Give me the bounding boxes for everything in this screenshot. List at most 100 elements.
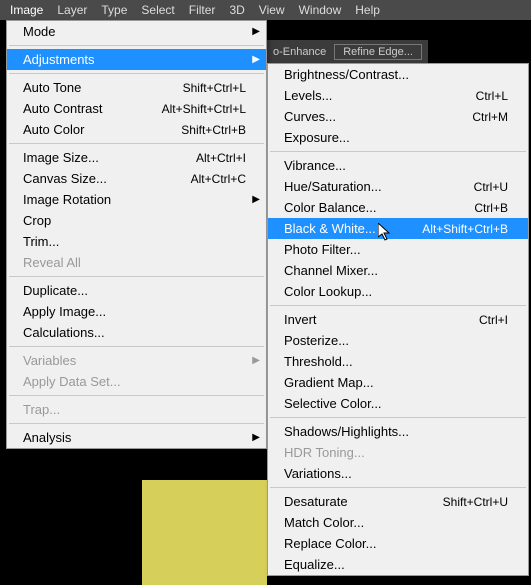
menu-label: Shadows/Highlights... (284, 424, 409, 439)
menu-vibrance[interactable]: Vibrance... (268, 155, 528, 176)
menu-levels[interactable]: Levels...Ctrl+L (268, 85, 528, 106)
menu-shortcut: Ctrl+B (474, 201, 508, 215)
menu-adjustments[interactable]: Adjustments ▶ (7, 49, 266, 70)
menu-calculations[interactable]: Calculations... (7, 322, 266, 343)
menu-match-color[interactable]: Match Color... (268, 512, 528, 533)
menu-gradient-map[interactable]: Gradient Map... (268, 372, 528, 393)
menu-label: Hue/Saturation... (284, 179, 382, 194)
menu-label: Channel Mixer... (284, 263, 378, 278)
menu-label: Invert (284, 312, 317, 327)
menu-posterize[interactable]: Posterize... (268, 330, 528, 351)
menu-label: Replace Color... (284, 536, 377, 551)
menu-label: Selective Color... (284, 396, 382, 411)
menu-canvas-size[interactable]: Canvas Size...Alt+Ctrl+C (7, 168, 266, 189)
menu-label: Photo Filter... (284, 242, 361, 257)
menu-auto-color[interactable]: Auto ColorShift+Ctrl+B (7, 119, 266, 140)
refine-edge-button[interactable]: Refine Edge... (334, 44, 422, 60)
menu-label: Match Color... (284, 515, 364, 530)
menu-separator (270, 151, 526, 152)
menubar-view[interactable]: View (259, 3, 285, 17)
menu-separator (9, 73, 264, 74)
menu-separator (9, 276, 264, 277)
menu-label: Posterize... (284, 333, 349, 348)
menubar-filter[interactable]: Filter (189, 3, 216, 17)
options-bar: o-Enhance Refine Edge... (267, 40, 428, 63)
menu-analysis[interactable]: Analysis▶ (7, 427, 266, 448)
menu-variables: Variables ▶ (7, 350, 266, 371)
menu-label: Crop (23, 213, 51, 228)
menu-label: Black & White... (284, 221, 376, 236)
menubar-image[interactable]: Image (10, 3, 43, 17)
menu-label: Gradient Map... (284, 375, 374, 390)
menubar-select[interactable]: Select (141, 3, 174, 17)
chevron-right-icon: ▶ (252, 54, 260, 65)
menu-duplicate[interactable]: Duplicate... (7, 280, 266, 301)
chevron-right-icon: ▶ (252, 432, 260, 443)
menubar: Image Layer Type Select Filter 3D View W… (0, 0, 531, 20)
menu-shortcut: Alt+Shift+Ctrl+B (422, 222, 508, 236)
menu-label: Curves... (284, 109, 336, 124)
menu-label: Mode (23, 24, 56, 39)
menu-label: Auto Color (23, 122, 84, 137)
menu-label: Equalize... (284, 557, 345, 572)
menu-image-rotation[interactable]: Image Rotation ▶ (7, 189, 266, 210)
menu-label: Vibrance... (284, 158, 346, 173)
menu-label: Variations... (284, 466, 352, 481)
menu-channel-mixer[interactable]: Channel Mixer... (268, 260, 528, 281)
menu-shortcut: Shift+Ctrl+L (183, 81, 246, 95)
menu-label: Auto Contrast (23, 101, 103, 116)
menu-replace-color[interactable]: Replace Color... (268, 533, 528, 554)
menu-separator (270, 305, 526, 306)
menu-auto-tone[interactable]: Auto Tone Shift+Ctrl+L (7, 77, 266, 98)
menu-label: Trap... (23, 402, 60, 417)
menu-trap: Trap... (7, 399, 266, 420)
menu-brightness-contrast[interactable]: Brightness/Contrast... (268, 64, 528, 85)
chevron-right-icon: ▶ (252, 355, 260, 366)
menu-apply-image[interactable]: Apply Image... (7, 301, 266, 322)
canvas-content (142, 480, 267, 585)
menu-hue-saturation[interactable]: Hue/Saturation...Ctrl+U (268, 176, 528, 197)
menu-shortcut: Alt+Ctrl+I (196, 151, 246, 165)
menu-color-lookup[interactable]: Color Lookup... (268, 281, 528, 302)
menu-label: Apply Image... (23, 304, 106, 319)
menu-threshold[interactable]: Threshold... (268, 351, 528, 372)
menu-label: Image Size... (23, 150, 99, 165)
menu-shadows-highlights[interactable]: Shadows/Highlights... (268, 421, 528, 442)
menu-label: Calculations... (23, 325, 105, 340)
menu-separator (9, 143, 264, 144)
menu-mode[interactable]: Mode ▶ (7, 21, 266, 42)
menu-label: Auto Tone (23, 80, 81, 95)
menu-exposure[interactable]: Exposure... (268, 127, 528, 148)
menu-selective-color[interactable]: Selective Color... (268, 393, 528, 414)
menu-separator (9, 346, 264, 347)
menu-invert[interactable]: InvertCtrl+I (268, 309, 528, 330)
chevron-right-icon: ▶ (252, 26, 260, 37)
menu-label: Image Rotation (23, 192, 111, 207)
menu-desaturate[interactable]: DesaturateShift+Ctrl+U (268, 491, 528, 512)
menubar-type[interactable]: Type (101, 3, 127, 17)
menubar-layer[interactable]: Layer (57, 3, 87, 17)
menu-label: Brightness/Contrast... (284, 67, 409, 82)
auto-enhance-label: o-Enhance (273, 46, 326, 58)
menu-crop[interactable]: Crop (7, 210, 266, 231)
menu-image-size[interactable]: Image Size... Alt+Ctrl+I (7, 147, 266, 168)
menu-shortcut: Alt+Ctrl+C (191, 172, 246, 186)
menu-auto-contrast[interactable]: Auto ContrastAlt+Shift+Ctrl+L (7, 98, 266, 119)
menubar-window[interactable]: Window (299, 3, 342, 17)
menu-label: Reveal All (23, 255, 81, 270)
menu-black-and-white[interactable]: Black & White... Alt+Shift+Ctrl+B (268, 218, 528, 239)
menu-photo-filter[interactable]: Photo Filter... (268, 239, 528, 260)
menu-equalize[interactable]: Equalize... (268, 554, 528, 575)
menu-label: Variables (23, 353, 76, 368)
menu-label: Threshold... (284, 354, 353, 369)
menu-trim[interactable]: Trim... (7, 231, 266, 252)
menu-variations[interactable]: Variations... (268, 463, 528, 484)
menu-reveal-all: Reveal All (7, 252, 266, 273)
menu-color-balance[interactable]: Color Balance...Ctrl+B (268, 197, 528, 218)
image-menu: Mode ▶ Adjustments ▶ Auto Tone Shift+Ctrl… (6, 20, 267, 449)
menu-curves[interactable]: Curves...Ctrl+M (268, 106, 528, 127)
menubar-help[interactable]: Help (355, 3, 380, 17)
menubar-3d[interactable]: 3D (229, 3, 244, 17)
chevron-right-icon: ▶ (252, 194, 260, 205)
menu-separator (270, 417, 526, 418)
